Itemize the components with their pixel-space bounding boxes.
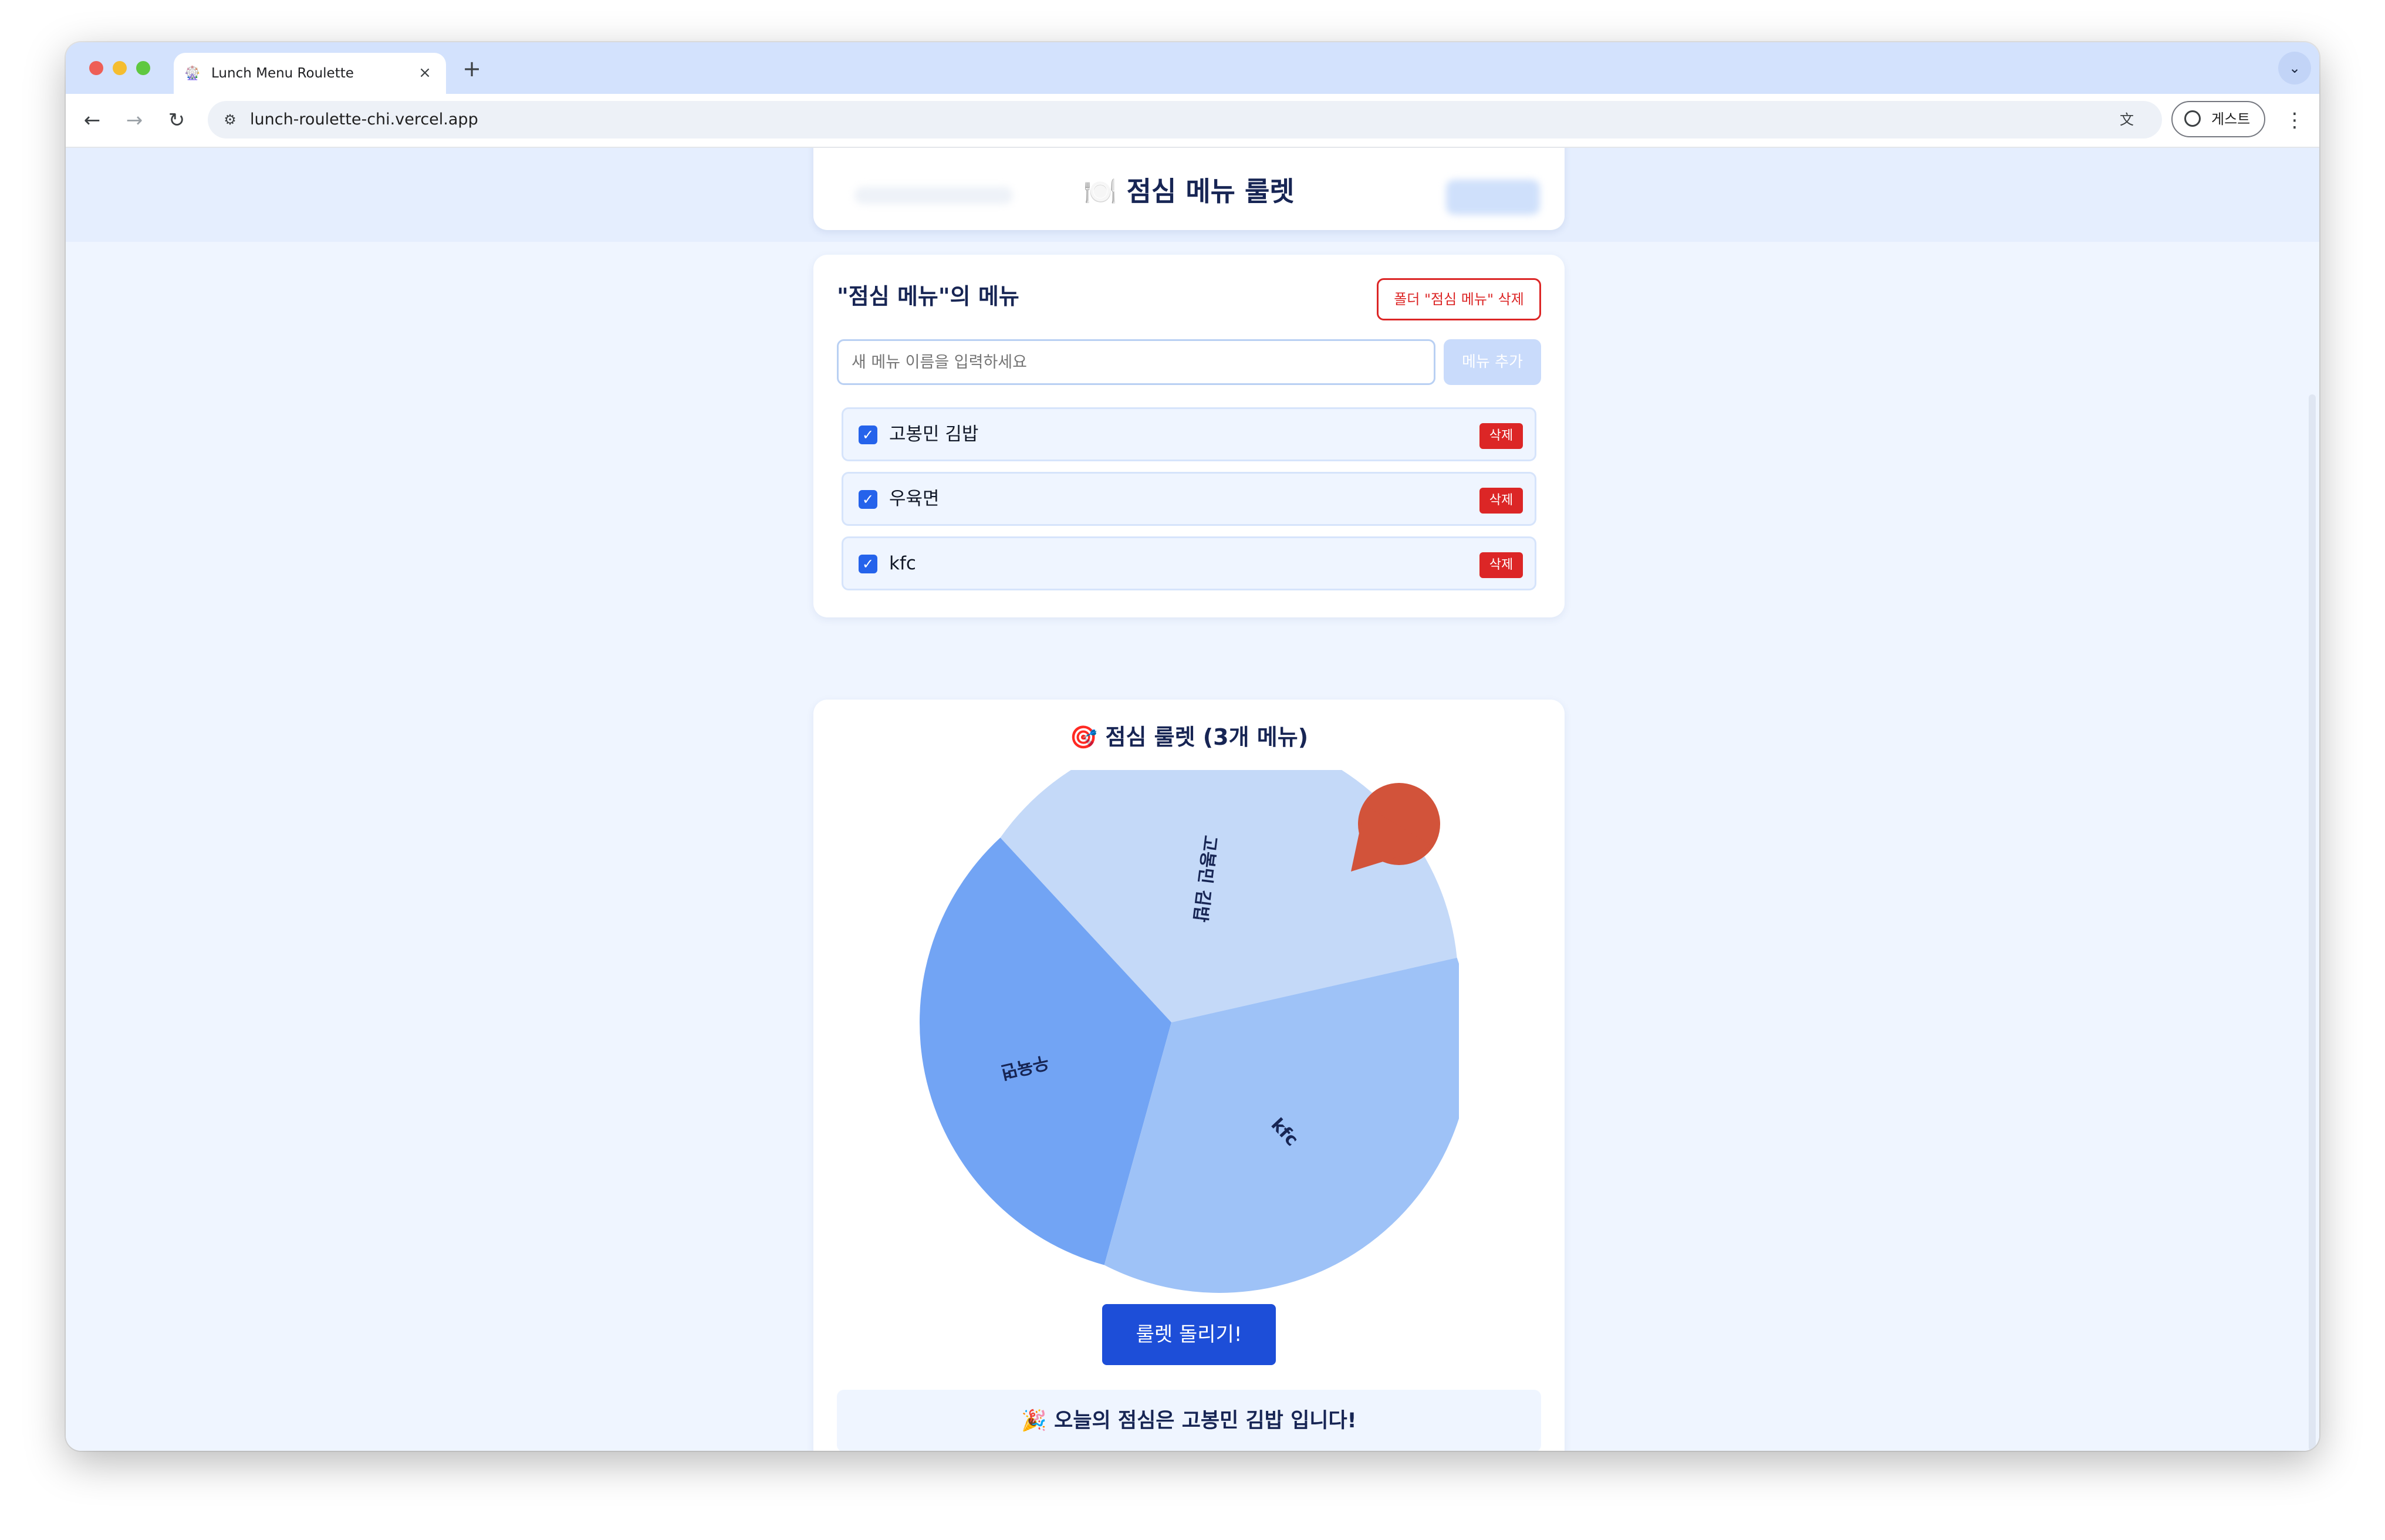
- profile-icon: [2184, 110, 2201, 127]
- roulette-heading-text: 점심 룰렛 (3개 메뉴): [1105, 724, 1309, 750]
- menu-item-delete-button[interactable]: 삭제: [1479, 423, 1523, 449]
- minimize-window-button[interactable]: [113, 61, 127, 75]
- menu-card: "점심 메뉴"의 메뉴 폴더 "점심 메뉴" 삭제 메뉴 추가 ✓ 고봉민 김밥…: [813, 255, 1565, 617]
- roulette-wheel[interactable]: 고봉민 김밥 우육면 kfc: [919, 770, 1459, 1298]
- target-icon: 🎯: [1069, 724, 1098, 750]
- menu-item-checkbox[interactable]: ✓: [859, 425, 877, 444]
- menu-item-checkbox[interactable]: ✓: [859, 555, 877, 573]
- plate-icon: 🍽️: [1083, 175, 1117, 207]
- back-arrow-icon[interactable]: ←: [77, 106, 107, 135]
- roulette-favicon-icon: 🎡: [184, 66, 201, 81]
- translate-icon[interactable]: 文: [2115, 108, 2139, 131]
- maximize-window-button[interactable]: [136, 61, 150, 75]
- browser-toolbar: ← → ↻ ⚙ lunch-roulette-chi.vercel.app 文 …: [66, 94, 2319, 148]
- menu-item-label: 고봉민 김밥: [889, 424, 979, 445]
- roulette-heading: 🎯 점심 룰렛 (3개 메뉴): [813, 721, 1565, 754]
- party-icon: 🎉: [1021, 1409, 1047, 1433]
- menu-item: ✓ 고봉민 김밥 삭제: [842, 407, 1536, 461]
- menu-item-delete-button[interactable]: 삭제: [1479, 488, 1523, 514]
- tab-close-icon[interactable]: ×: [414, 62, 435, 83]
- profile-label: 게스트: [2211, 111, 2251, 127]
- forward-arrow-icon[interactable]: →: [120, 106, 149, 135]
- menu-item: ✓ 우육면 삭제: [842, 472, 1536, 526]
- browser-window: 🎡 Lunch Menu Roulette × + ⌄ ← → ↻ ⚙ lunc…: [66, 42, 2319, 1451]
- close-window-button[interactable]: [89, 61, 103, 75]
- menu-heading: "점심 메뉴"의 메뉴: [837, 283, 1019, 309]
- tab-search-button[interactable]: ⌄: [2278, 52, 2311, 85]
- delete-folder-button[interactable]: 폴더 "점심 메뉴" 삭제: [1377, 278, 1541, 320]
- menu-item-label: 우육면: [889, 488, 940, 509]
- add-menu-button[interactable]: 메뉴 추가: [1444, 339, 1541, 385]
- tab-strip: 🎡 Lunch Menu Roulette × + ⌄: [66, 42, 2319, 94]
- new-tab-button[interactable]: +: [458, 55, 486, 83]
- new-menu-input[interactable]: [837, 339, 1435, 385]
- menu-item-label: kfc: [889, 553, 916, 574]
- result-text: 오늘의 점심은 고봉민 김밥 입니다!: [1054, 1409, 1357, 1433]
- result-box: 🎉 오늘의 점심은 고봉민 김밥 입니다!: [837, 1390, 1541, 1451]
- url-text: lunch-roulette-chi.vercel.app: [250, 110, 478, 129]
- page-title: 🍽️ 점심 메뉴 룰렛: [813, 174, 1565, 209]
- reload-icon[interactable]: ↻: [162, 106, 191, 135]
- menu-item-checkbox[interactable]: ✓: [859, 490, 877, 509]
- spin-button[interactable]: 룰렛 돌리기!: [1102, 1304, 1276, 1365]
- menu-item-delete-button[interactable]: 삭제: [1479, 552, 1523, 578]
- address-bar[interactable]: ⚙ lunch-roulette-chi.vercel.app 文: [208, 101, 2162, 139]
- menu-item: ✓ kfc 삭제: [842, 536, 1536, 590]
- browser-tab[interactable]: 🎡 Lunch Menu Roulette ×: [174, 53, 446, 94]
- tab-title: Lunch Menu Roulette: [211, 66, 354, 81]
- roulette-card: 🎯 점심 룰렛 (3개 메뉴) 고봉민 김밥 우육면 kfc 룰렛 돌리기! 🎉…: [813, 700, 1565, 1451]
- browser-menu-icon[interactable]: ⋮: [2283, 106, 2306, 135]
- app-header: 🍽️ 점심 메뉴 룰렛: [813, 148, 1565, 230]
- page-title-text: 점심 메뉴 룰렛: [1126, 175, 1295, 207]
- page-content: 🍽️ 점심 메뉴 룰렛 "점심 메뉴"의 메뉴 폴더 "점심 메뉴" 삭제 메뉴…: [66, 148, 2319, 1451]
- profile-button[interactable]: 게스트: [2171, 101, 2265, 137]
- page-scrollbar[interactable]: [2309, 394, 2316, 1451]
- site-settings-icon[interactable]: ⚙: [219, 109, 241, 130]
